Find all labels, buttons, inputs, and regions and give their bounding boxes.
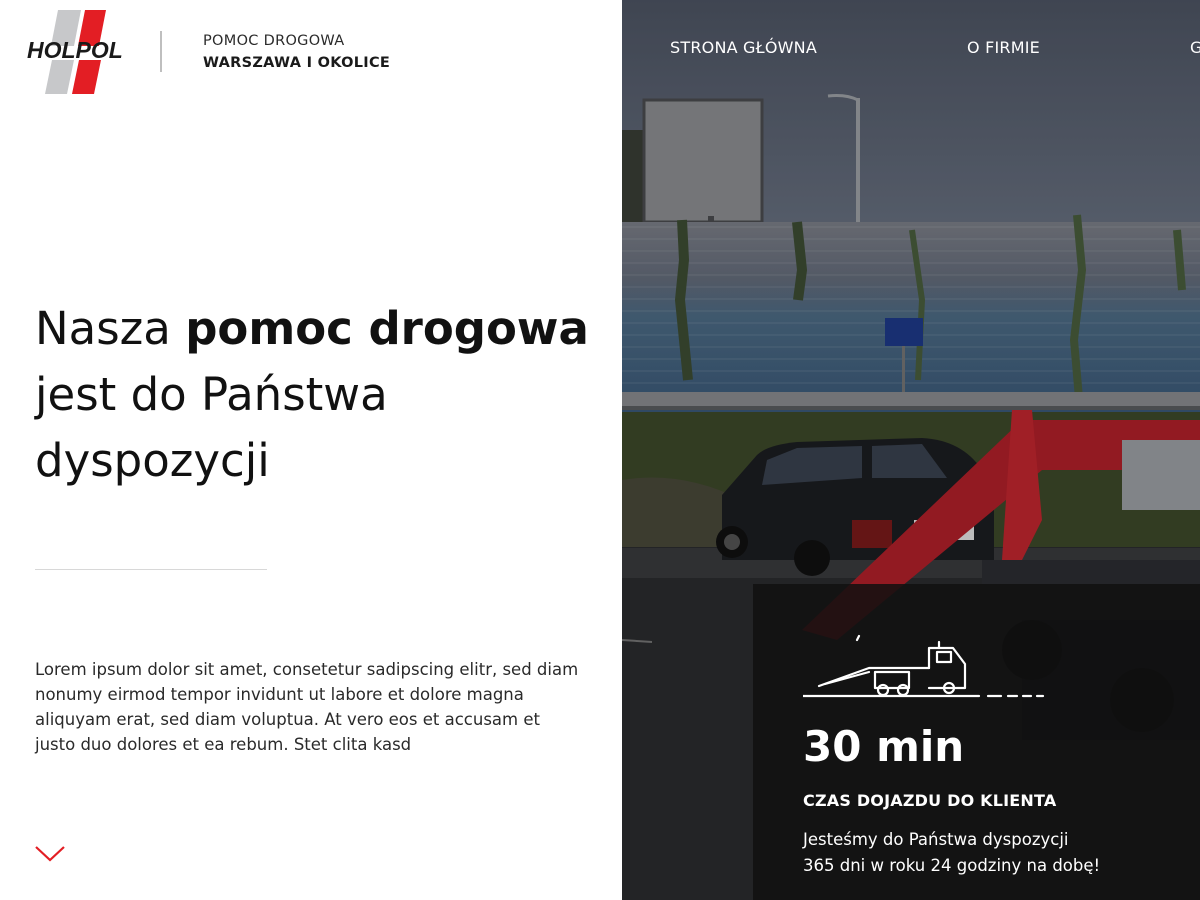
nav-item-more[interactable]: G xyxy=(1190,38,1200,57)
hero-divider xyxy=(35,569,267,570)
hero-title-bold: pomoc drogowa xyxy=(185,302,589,355)
brand-tagline-line1: POMOC DROGOWA xyxy=(203,33,345,49)
nav-item-home[interactable]: STRONA GŁÓWNA xyxy=(670,38,817,57)
hero-description: Lorem ipsum dolor sit amet, consetetur s… xyxy=(35,660,579,754)
logo-text: HOLPOL xyxy=(27,37,123,63)
chevron-down-icon xyxy=(35,846,65,862)
response-time-box: 30 min CZAS DOJAZDU DO KLIENTA Jesteśmy … xyxy=(753,584,1200,900)
brand-tagline-line2: WARSZAWA I OKOLICE xyxy=(203,55,391,71)
hero-title-part2: jest do Państwa dyspozycji xyxy=(35,368,388,487)
scroll-down-button[interactable] xyxy=(34,844,66,864)
holpol-logo-icon: HOLPOL xyxy=(27,10,123,94)
logo-divider xyxy=(160,31,162,72)
nav-item-about[interactable]: O FIRMIE xyxy=(967,38,1040,57)
availability-line1: Jesteśmy do Państwa dyspozycji xyxy=(803,830,1069,849)
availability-text: Jesteśmy do Państwa dyspozycji 365 dni w… xyxy=(803,827,1183,879)
response-time-label: CZAS DOJAZDU DO KLIENTA xyxy=(803,791,1057,810)
main-nav: STRONA GŁÓWNA O FIRMIE G xyxy=(622,38,1200,62)
hero-title-part1: Nasza xyxy=(35,302,186,355)
hero-photo-panel: STRONA GŁÓWNA O FIRMIE G 30 min CZAS DOJ… xyxy=(622,0,1200,900)
response-time-value: 30 min xyxy=(803,722,965,771)
holpol-logo[interactable]: HOLPOL xyxy=(26,10,126,94)
left-panel: HOLPOL POMOC DROGOWA WARSZAWA I OKOLICE … xyxy=(0,0,622,900)
hero-title: Nasza pomoc drogowa jest do Państwa dysp… xyxy=(35,296,595,494)
availability-line2: 365 dni w roku 24 godziny na dobę! xyxy=(803,856,1101,875)
tow-truck-icon xyxy=(803,634,1045,698)
